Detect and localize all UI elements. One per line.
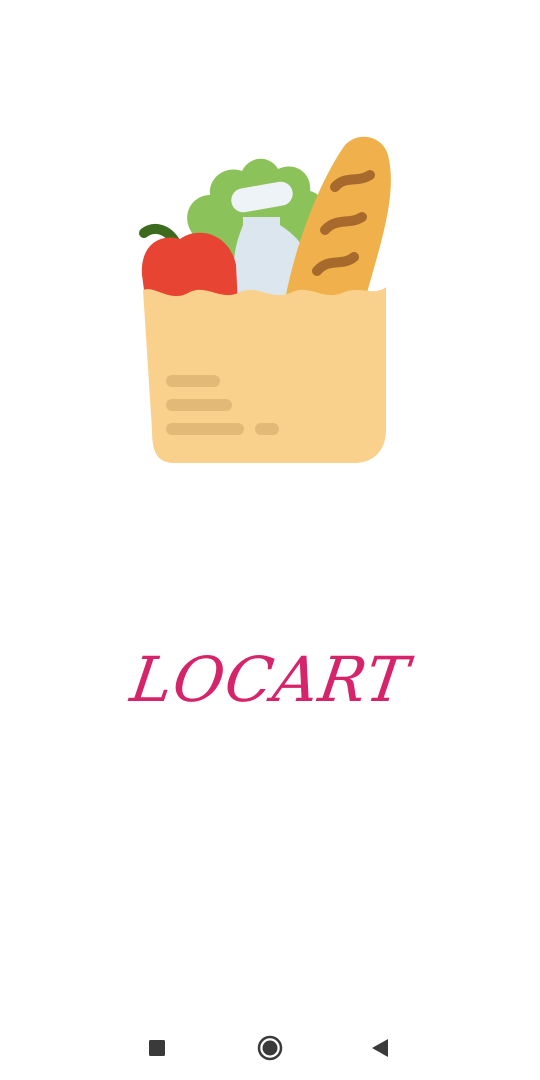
square-icon: [149, 1040, 165, 1056]
splash-screen: LOCART: [0, 0, 540, 1080]
back-button[interactable]: [363, 1031, 397, 1065]
home-button[interactable]: [253, 1031, 287, 1065]
bag-icon: [143, 287, 386, 463]
app-name-title: LOCART: [126, 643, 414, 716]
circle-icon: [257, 1035, 283, 1061]
grocery-bag-icon: [130, 125, 410, 475]
recents-button[interactable]: [140, 1031, 174, 1065]
triangle-back-icon: [372, 1039, 388, 1057]
system-navigation-bar: [0, 1015, 540, 1080]
